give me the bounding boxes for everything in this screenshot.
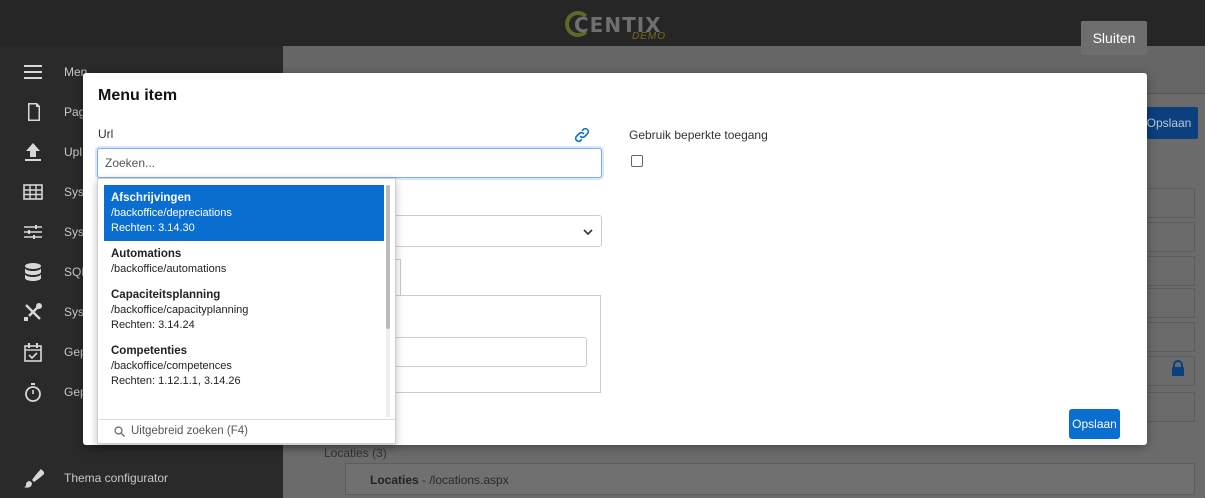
stopwatch-icon [22,381,44,403]
page-icon [22,101,44,123]
suggestion-title: Afschrijvingen [111,192,191,204]
advanced-search-label: Uitgebreid zoeken (F4) [131,425,248,437]
url-label: Url [98,127,114,141]
restricted-access-label: Gebruik beperkte toegang [629,128,768,142]
top-bar: CENTIX DEMO [0,0,1205,46]
locaties-row-name: Locaties [370,473,419,487]
suggestion-item[interactable]: Afschrijvingen /backoffice/depreciations… [104,185,384,241]
dropdown-scrollbar[interactable] [386,185,390,417]
select-field[interactable] [383,215,602,247]
suggestion-path: /backoffice/capacityplanning [111,304,249,316]
calendar-check-icon [22,341,44,363]
chevron-down-icon [583,229,593,236]
brush-icon [22,467,44,489]
search-icon [114,426,125,437]
suggestion-item[interactable]: Competenties /backoffice/competences Rec… [104,338,384,394]
locaties-row-text: Locaties - /locations.aspx [370,473,509,487]
suggestion-title: Capaciteitsplanning [111,289,221,301]
menu-icon [22,61,44,83]
locaties-header: Locaties (3) [324,446,387,460]
suggestion-title: Competenties [111,345,188,357]
table-icon [22,181,44,203]
suggestion-item[interactable]: Capaciteitsplanning /backoffice/capacity… [104,282,384,338]
suggestion-path: /backoffice/competences [111,360,232,372]
logo-subtitle: DEMO [632,31,666,42]
sidebar-item-label: Sys [64,305,85,319]
close-button[interactable]: Sluiten [1081,21,1147,55]
sidebar-item-label: Thema configurator [64,471,169,485]
sliders-icon [22,221,44,243]
database-icon [22,261,44,283]
sidebar-item-label: Upl [64,145,83,159]
suggestion-title: Automations [111,248,182,260]
tools-icon [22,301,44,323]
suggestion-rights: Rechten: 1.12.1.1, 3.14.26 [111,375,241,387]
upload-icon [22,141,44,163]
suggestion-list: Afschrijvingen /backoffice/depreciations… [104,185,384,417]
sidebar-item-label: Sys [64,185,85,199]
modal-title: Menu item [98,87,178,104]
sidebar-item-theme-configurator[interactable]: Thema configurator [0,458,283,498]
suggestion-path: /backoffice/automations [111,263,227,275]
suggestion-path: /backoffice/depreciations [111,207,232,219]
link-icon[interactable] [573,126,591,144]
url-search-input[interactable] [97,148,602,178]
sidebar-item-label: Sys [64,225,85,239]
lock-icon [1171,360,1185,376]
centix-logo: CENTIX DEMO [560,8,690,44]
suggestion-rights: Rechten: 3.14.30 [111,222,195,234]
suggestion-item[interactable]: Automations /backoffice/automations [104,241,384,282]
scrollbar-thumb[interactable] [386,185,390,329]
advanced-search-link[interactable]: Uitgebreid zoeken (F4) [98,419,395,443]
locaties-row-path: - /locations.aspx [418,473,509,487]
restricted-access-checkbox[interactable] [631,155,643,167]
url-suggestions-dropdown: Afschrijvingen /backoffice/depreciations… [97,178,396,444]
save-button[interactable]: Opslaan [1069,409,1120,439]
background-save-button[interactable]: Opslaan [1140,107,1198,139]
text-field[interactable] [383,337,587,367]
suggestion-rights: Rechten: 3.14.24 [111,319,195,331]
